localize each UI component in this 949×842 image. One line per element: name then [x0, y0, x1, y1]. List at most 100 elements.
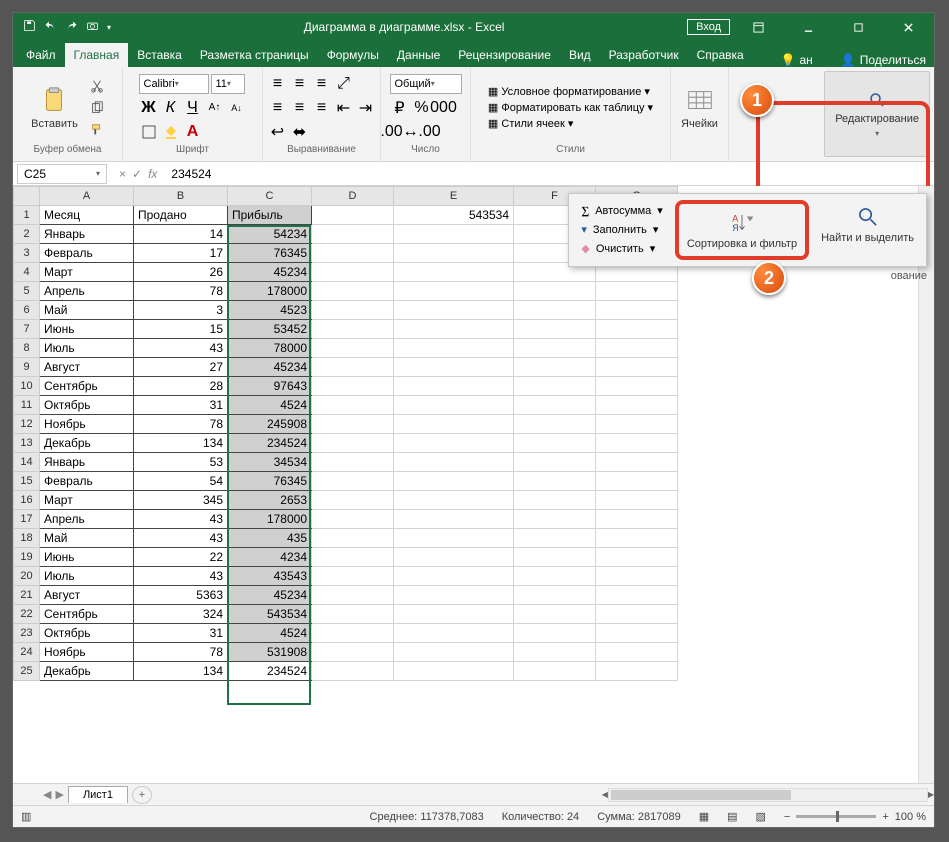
row-header[interactable]: 9	[14, 358, 40, 377]
wrap-icon[interactable]: ↩	[268, 122, 288, 142]
view-layout-icon[interactable]: ▤	[727, 810, 737, 823]
cell[interactable]: 2653	[228, 491, 312, 510]
row-header[interactable]: 3	[14, 244, 40, 263]
row-header[interactable]: 25	[14, 662, 40, 681]
redo-icon[interactable]	[65, 19, 78, 35]
maximize-icon[interactable]	[836, 13, 880, 41]
tell-me-icon[interactable]: 💡	[781, 53, 796, 67]
col-header[interactable]: A	[40, 187, 134, 206]
currency-icon[interactable]: ₽	[390, 98, 410, 118]
tab-data[interactable]: Данные	[388, 43, 449, 67]
row-header[interactable]: 6	[14, 301, 40, 320]
cells-button[interactable]: Ячейки	[677, 84, 722, 132]
row-header[interactable]: 15	[14, 472, 40, 491]
cell[interactable]: 53452	[228, 320, 312, 339]
login-button[interactable]: Вход	[687, 19, 730, 35]
cell[interactable]: 435	[228, 529, 312, 548]
cell[interactable]: 78000	[228, 339, 312, 358]
row-header[interactable]: 22	[14, 605, 40, 624]
number-format[interactable]: Общий ▾	[390, 74, 462, 94]
fx-icon[interactable]: fx	[148, 167, 157, 181]
cell[interactable]: 178000	[228, 510, 312, 529]
tab-insert[interactable]: Вставка	[128, 43, 191, 67]
zoom-in[interactable]: +	[882, 811, 888, 823]
view-break-icon[interactable]: ▧	[756, 810, 766, 823]
align-left-icon[interactable]: ≡	[268, 98, 288, 118]
indent-inc-icon[interactable]: ⇥	[356, 98, 376, 118]
cell[interactable]: 234524	[228, 662, 312, 681]
sheet-tab[interactable]: Лист1	[68, 786, 128, 803]
sort-filter-button[interactable]: АЯ Сортировка и фильтр	[681, 206, 803, 254]
orientation-icon[interactable]: ⤢	[334, 74, 354, 94]
zoom-slider[interactable]	[796, 815, 876, 818]
tab-home[interactable]: Главная	[65, 43, 129, 67]
indent-dec-icon[interactable]: ⇤	[334, 98, 354, 118]
cell[interactable]: 45234	[228, 358, 312, 377]
col-header[interactable]: E	[394, 187, 514, 206]
cell[interactable]: 45234	[228, 586, 312, 605]
merge-icon[interactable]: ⬌	[290, 122, 310, 142]
tab-file[interactable]: Файл	[17, 43, 65, 67]
cell[interactable]: 76345	[228, 244, 312, 263]
copy-icon[interactable]	[86, 98, 108, 118]
align-right-icon[interactable]: ≡	[312, 98, 332, 118]
autosum-button[interactable]: ∑ Автосумма ▾	[577, 202, 666, 219]
formula-input[interactable]: 234524	[165, 165, 934, 183]
cell[interactable]: 76345	[228, 472, 312, 491]
sheet-nav-next[interactable]: ▶	[55, 788, 63, 801]
row-header[interactable]: 10	[14, 377, 40, 396]
dec-dec-icon[interactable]: ←.00	[412, 122, 432, 142]
row-header[interactable]: 17	[14, 510, 40, 529]
zoom-out[interactable]: −	[784, 811, 790, 823]
cell[interactable]: 245908	[228, 415, 312, 434]
undo-icon[interactable]	[44, 19, 57, 35]
row-header[interactable]: 19	[14, 548, 40, 567]
row-header[interactable]: 14	[14, 453, 40, 472]
row-header[interactable]: 18	[14, 529, 40, 548]
share-button[interactable]: Поделиться	[860, 53, 926, 67]
row-header[interactable]: 7	[14, 320, 40, 339]
row-header[interactable]: 12	[14, 415, 40, 434]
find-select-button[interactable]: Найти и выделить	[815, 200, 920, 260]
border-icon[interactable]	[139, 122, 159, 142]
font-size[interactable]: 11 ▾	[211, 74, 245, 94]
row-header[interactable]: 16	[14, 491, 40, 510]
cell[interactable]: 97643	[228, 377, 312, 396]
font-shrink-icon[interactable]: A↓	[227, 98, 247, 118]
bold-icon[interactable]: Ж	[139, 98, 159, 118]
cell[interactable]: 43543	[228, 567, 312, 586]
cell[interactable]: 4524	[228, 396, 312, 415]
fill-color-icon[interactable]	[161, 122, 181, 142]
comma-icon[interactable]: 000	[434, 98, 454, 118]
camera-icon[interactable]	[86, 19, 99, 35]
cell[interactable]: 4523	[228, 301, 312, 320]
cell[interactable]: 234524	[228, 434, 312, 453]
row-header[interactable]: 8	[14, 339, 40, 358]
row-header[interactable]: 23	[14, 624, 40, 643]
cell[interactable]: 4234	[228, 548, 312, 567]
enter-icon[interactable]: ✓	[132, 167, 142, 181]
cell-styles[interactable]: ▦ Стили ячеек ▾	[488, 117, 653, 130]
close-icon[interactable]	[886, 13, 930, 41]
qat-more-icon[interactable]: ▾	[107, 23, 111, 32]
ribbon-options-icon[interactable]	[736, 13, 780, 41]
tab-developer[interactable]: Разработчик	[600, 43, 688, 67]
horizontal-scrollbar[interactable]	[608, 788, 928, 802]
cell[interactable]: 543534	[228, 605, 312, 624]
percent-icon[interactable]: %	[412, 98, 432, 118]
col-header[interactable]: B	[134, 187, 228, 206]
tab-help[interactable]: Справка	[688, 43, 753, 67]
cell[interactable]: 34534	[228, 453, 312, 472]
cell[interactable]: 4524	[228, 624, 312, 643]
cell[interactable]: 531908	[228, 643, 312, 662]
align-mid-icon[interactable]: ≡	[290, 74, 310, 94]
format-as-table[interactable]: ▦ Форматировать как таблицу ▾	[488, 101, 653, 114]
format-painter-icon[interactable]	[86, 120, 108, 140]
col-header[interactable]: D	[312, 187, 394, 206]
row-header[interactable]: 2	[14, 225, 40, 244]
sheet-nav-prev[interactable]: ◀	[43, 788, 51, 801]
row-header[interactable]: 4	[14, 263, 40, 282]
cell[interactable]: 178000	[228, 282, 312, 301]
font-color-icon[interactable]: A	[183, 122, 203, 142]
row-header[interactable]: 24	[14, 643, 40, 662]
